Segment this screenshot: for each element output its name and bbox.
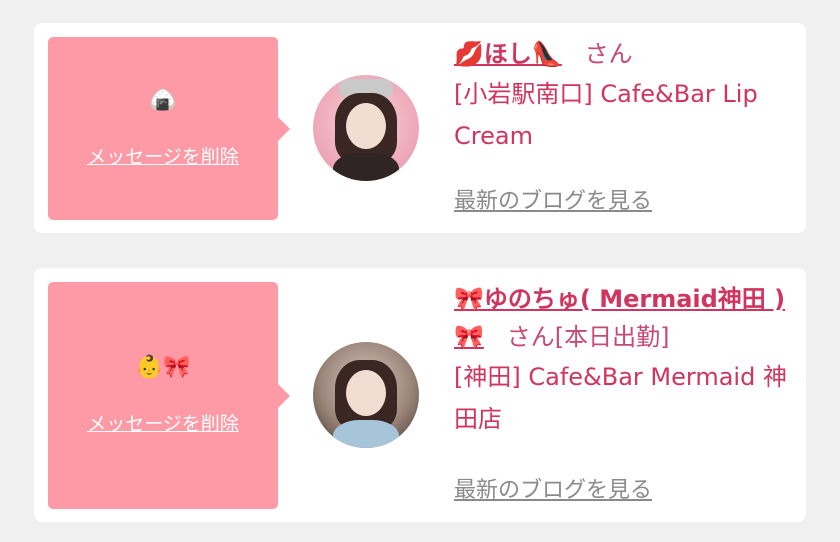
message-bubble: 🍙 メッセージを削除 — [48, 37, 290, 220]
cast-name-line: 🎀ゆのちゅ( Mermaid神田 )🎀 さん[本日出勤] — [454, 280, 792, 356]
message-bubble: 👶🎀 メッセージを削除 — [48, 282, 290, 509]
status-label: [本日出勤] — [554, 323, 670, 351]
avatar-body — [333, 420, 399, 448]
cast-name-line: 💋ほし👠 さん — [454, 35, 792, 73]
message-card: 🍙 メッセージを削除 💋ほし👠 さん [小岩駅南口] Cafe&Bar Lip … — [34, 23, 806, 233]
view-latest-blog-link[interactable]: 最新のブログを見る — [454, 472, 652, 504]
avatar[interactable] — [313, 342, 419, 448]
cast-info: 🎀ゆのちゅ( Mermaid神田 )🎀 さん[本日出勤] [神田] Cafe&B… — [454, 280, 792, 440]
message-emoji: 🍙 — [149, 88, 177, 113]
honorific: さん — [584, 40, 633, 68]
message-card: 👶🎀 メッセージを削除 🎀ゆのちゅ( Mermaid神田 )🎀 さん[本日出勤]… — [34, 268, 806, 522]
message-emoji: 👶🎀 — [135, 355, 191, 380]
shop-name: [小岩駅南口] Cafe&Bar Lip Cream — [454, 80, 758, 150]
avatar[interactable] — [313, 75, 419, 181]
avatar-face — [346, 103, 386, 149]
view-latest-blog-link[interactable]: 最新のブログを見る — [454, 183, 652, 215]
avatar-body — [333, 153, 399, 181]
cast-info: 💋ほし👠 さん [小岩駅南口] Cafe&Bar Lip Cream — [454, 35, 792, 157]
shop-name: [神田] Cafe&Bar Mermaid 神田店 — [454, 363, 787, 433]
delete-message-link[interactable]: メッセージを削除 — [48, 409, 278, 436]
cast-name-link[interactable]: 💋ほし👠 — [454, 40, 562, 68]
delete-message-link[interactable]: メッセージを削除 — [48, 142, 278, 169]
honorific: さん — [506, 323, 555, 351]
avatar-face — [346, 370, 386, 416]
